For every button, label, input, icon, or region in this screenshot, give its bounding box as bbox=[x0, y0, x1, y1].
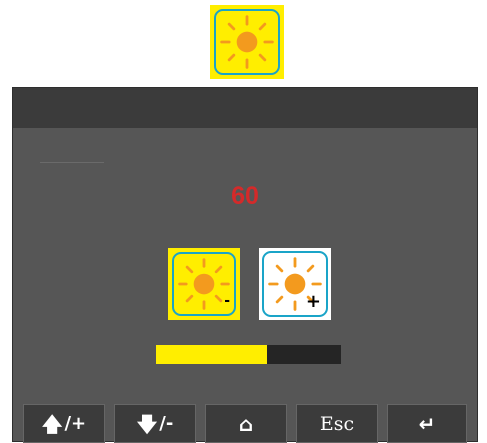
brightness-value: 60 bbox=[231, 182, 259, 210]
arrow-down-icon: 🡇 bbox=[136, 411, 158, 436]
panel-header bbox=[13, 88, 477, 128]
brightness-icon bbox=[210, 5, 284, 79]
home-icon: ⌂ bbox=[238, 411, 254, 436]
sun-tile bbox=[214, 9, 280, 75]
brightness-panel: 60 - + 🡅 /+ 🡇 /- ⌂ Esc ↵ bbox=[12, 87, 478, 443]
esc-key[interactable]: Esc bbox=[296, 404, 378, 443]
enter-icon: ↵ bbox=[418, 411, 436, 436]
increase-brightness-button[interactable]: + bbox=[259, 248, 331, 320]
esc-label: Esc bbox=[319, 412, 355, 435]
decrease-brightness-button[interactable]: - bbox=[168, 248, 240, 320]
home-key[interactable]: ⌂ bbox=[205, 404, 287, 443]
brightness-level-fill bbox=[156, 345, 267, 364]
sun-tile: - bbox=[172, 252, 236, 316]
divider bbox=[40, 162, 104, 163]
up-plus-label: /+ bbox=[64, 412, 87, 434]
arrow-up-icon: 🡅 bbox=[41, 411, 63, 436]
brightness-level-bar[interactable] bbox=[156, 345, 341, 364]
down-minus-label: /- bbox=[159, 412, 174, 434]
sun-tile: + bbox=[262, 251, 328, 317]
sun-icon bbox=[220, 15, 274, 69]
up-plus-key[interactable]: 🡅 /+ bbox=[23, 404, 105, 443]
softkey-bar: 🡅 /+ 🡇 /- ⌂ Esc ↵ bbox=[23, 404, 467, 443]
plus-sign: + bbox=[305, 291, 321, 312]
minus-sign: - bbox=[224, 293, 230, 309]
enter-key[interactable]: ↵ bbox=[387, 404, 467, 443]
down-minus-key[interactable]: 🡇 /- bbox=[114, 404, 196, 443]
